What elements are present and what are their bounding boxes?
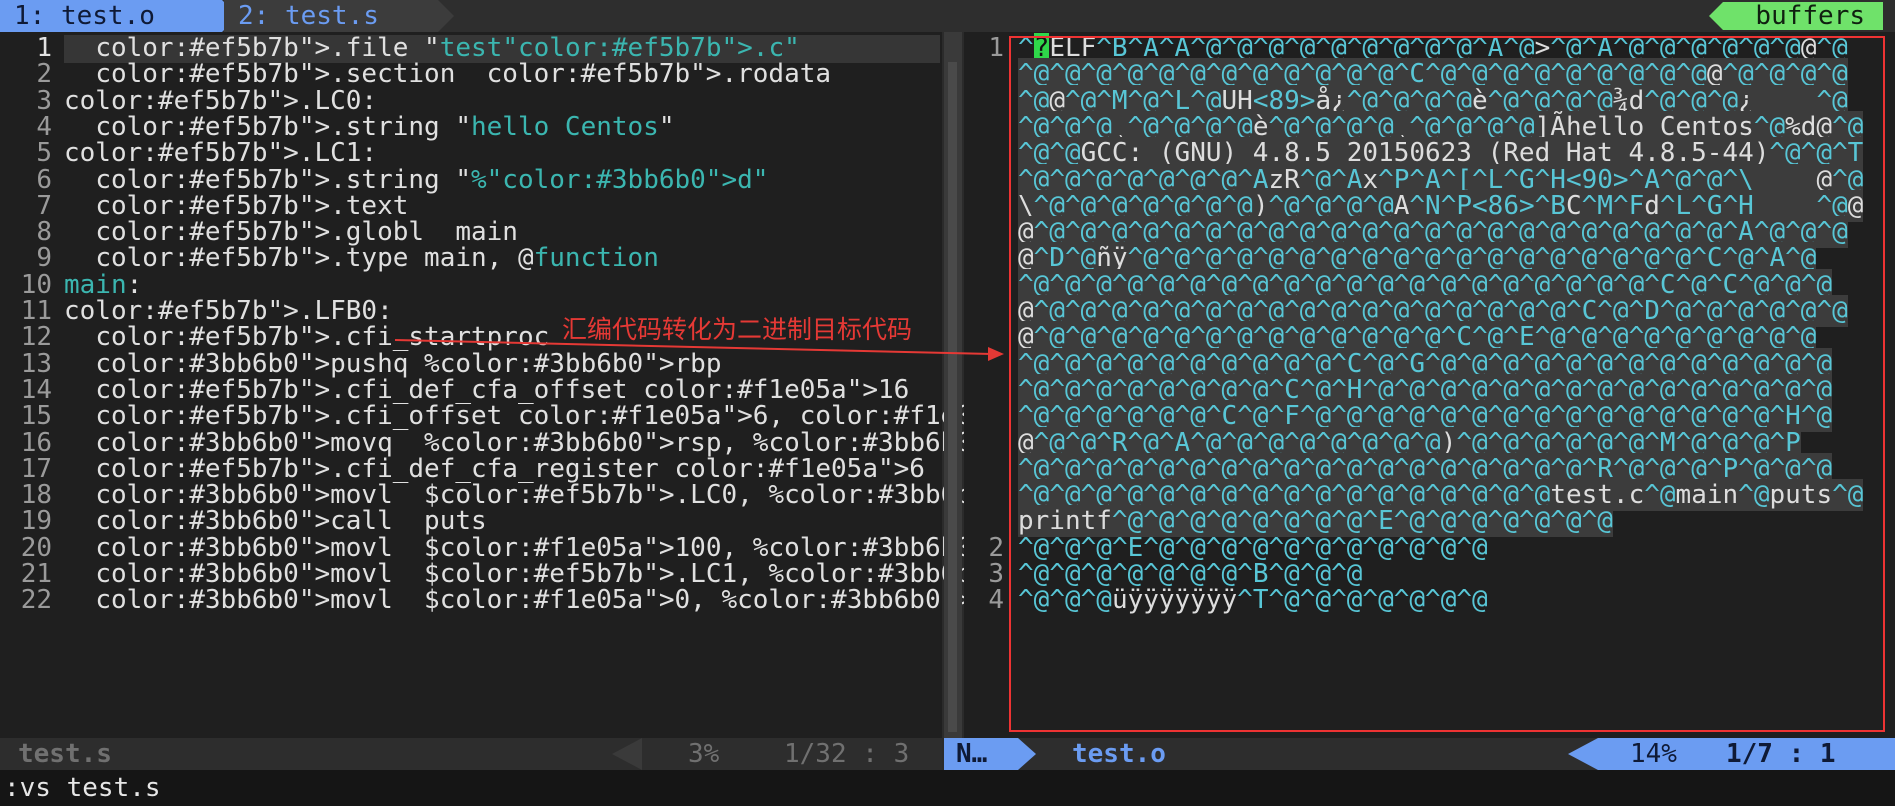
mode-indicator: N… — [944, 738, 1018, 770]
split-divider[interactable] — [944, 32, 962, 738]
annotation-label: 汇编代码转化为二进制目标代码 — [562, 315, 913, 344]
source-line[interactable]: 22 color:#3bb6b0">movl $color:#f1e05a">0… — [0, 584, 1019, 616]
editor-pane-left[interactable]: 1 color:#ef5b7b">.file "test"color:#ef5b… — [0, 32, 1082, 738]
tab-test-o[interactable]: 1: test.o — [0, 0, 238, 32]
status-file-right: test.o — [1072, 739, 1166, 769]
tabline: 1: test.o 2: test.s buffers — [0, 0, 1895, 32]
scrollbar-track[interactable] — [948, 62, 957, 732]
highlight-box — [1009, 36, 1885, 732]
buffers-indicator[interactable]: buffers — [1709, 2, 1883, 30]
status-line-right: N… test.o 14% 1/7 : 1 — [944, 738, 1895, 770]
line-number: 22 — [20, 585, 52, 616]
status-file-left: test.s — [18, 739, 112, 769]
status-line-left: test.s 3% 1/32 : 3 — [0, 738, 942, 770]
tab-test-s[interactable]: 2: test.s — [224, 0, 454, 32]
status-separator-left — [612, 738, 642, 770]
status-info-arrow — [1568, 738, 1598, 770]
status-position-left: 1/32 : 3 — [784, 739, 910, 769]
command-line[interactable]: :vs test.s — [0, 770, 1895, 806]
status-percent-right: 14% — [1630, 739, 1677, 769]
status-position-right: 1/7 : 1 — [1726, 739, 1836, 769]
line-text: color:#3bb6b0">movl $color:#f1e05a">0, %… — [95, 585, 1019, 616]
line-text: color:#ef5b7b">.type main, @function — [95, 243, 659, 274]
status-percent-left: 3% — [688, 739, 720, 769]
mode-arrow — [1018, 738, 1036, 770]
